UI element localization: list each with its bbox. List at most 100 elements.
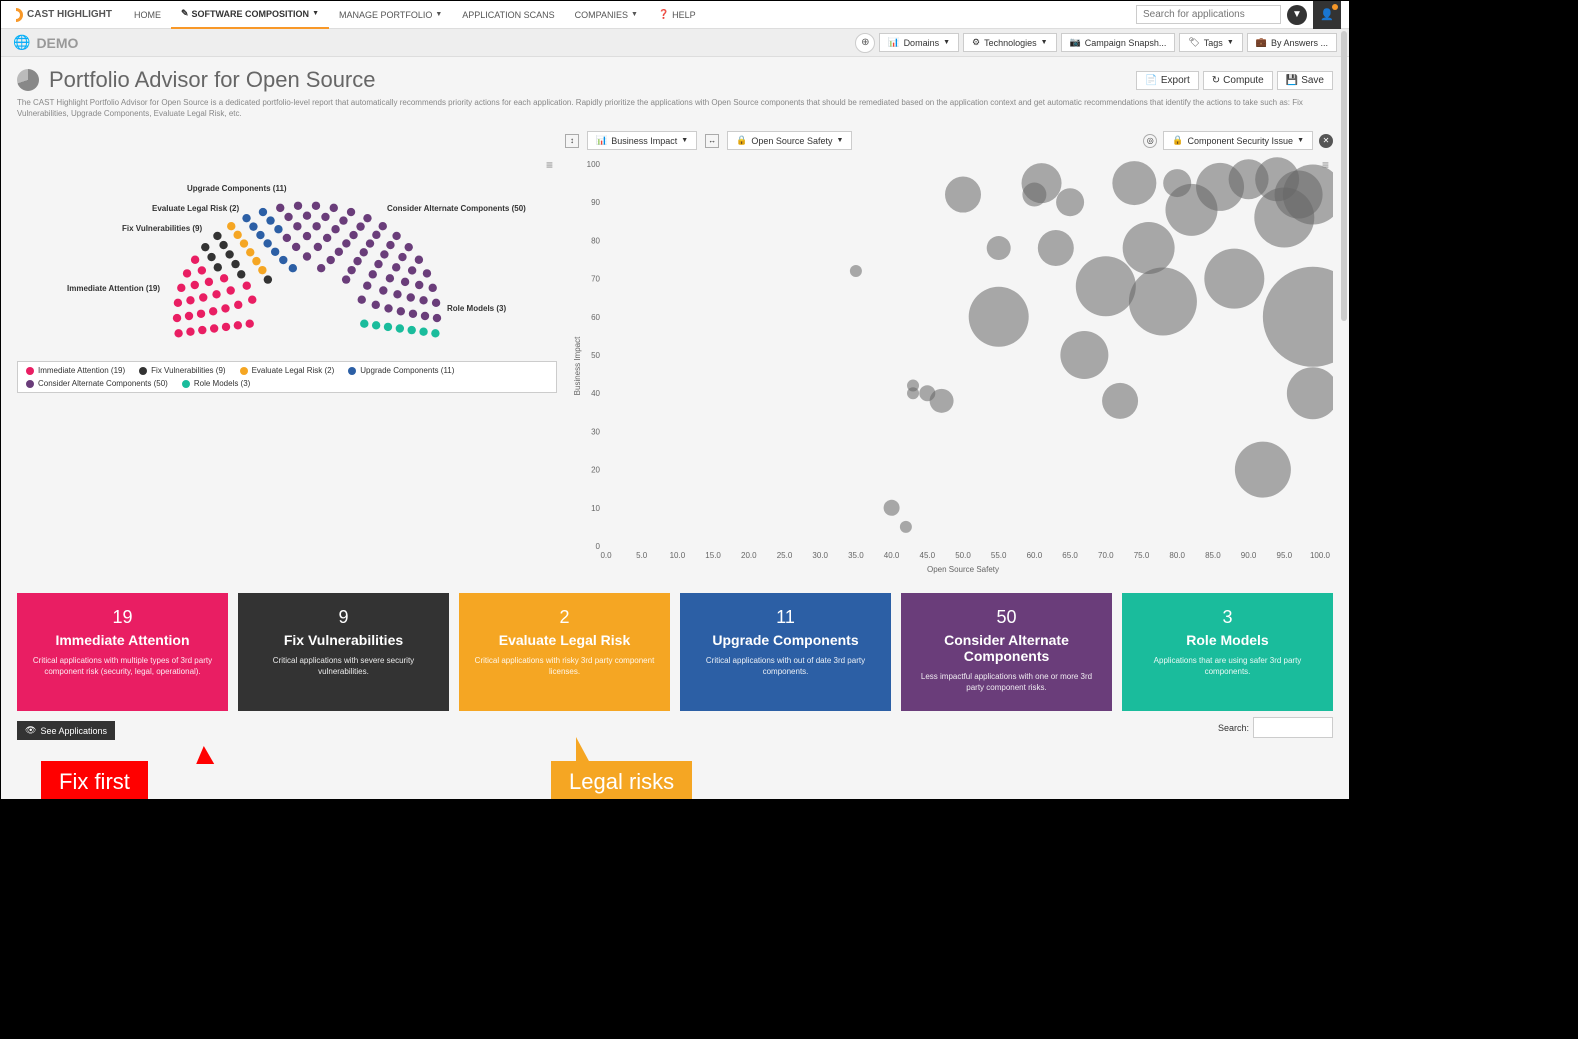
save-button[interactable]: 💾 Save xyxy=(1277,71,1333,90)
x-axis-selector[interactable]: 🔒 Open Source Safety ▼ xyxy=(727,131,852,150)
app-window: CAST HIGHLIGHT HOME ✎ SOFTWARE COMPOSITI… xyxy=(0,0,1350,800)
brand-text: CAST HIGHLIGHT xyxy=(27,9,112,20)
legend-dot-icon xyxy=(26,367,34,375)
recommendation-card[interactable]: 2 Evaluate Legal Risk Critical applicati… xyxy=(459,593,670,711)
y-axis-selector[interactable]: 📊 Business Impact ▼ xyxy=(587,131,697,150)
card-count: 3 xyxy=(1132,607,1323,628)
legend-label: Role Models (3) xyxy=(194,379,250,388)
card-description: Critical applications with out of date 3… xyxy=(690,656,881,677)
legend-dot-icon xyxy=(182,380,190,388)
annotation-leader-yellow xyxy=(576,737,590,763)
svg-text:40: 40 xyxy=(591,390,600,399)
svg-text:90: 90 xyxy=(591,199,600,208)
context-bar: 🌐 DEMO ⊕ 📊 Domains ▼ ⚙ Technologies ▼ 📷 … xyxy=(1,29,1349,57)
bubble-point[interactable] xyxy=(884,500,900,516)
card-description: Critical applications with risky 3rd par… xyxy=(469,656,660,677)
card-description: Less impactful applications with one or … xyxy=(911,672,1102,693)
table-search-input[interactable] xyxy=(1253,717,1333,738)
legend-item[interactable]: Role Models (3) xyxy=(182,379,250,388)
nav-application-scans[interactable]: APPLICATION SCANS xyxy=(452,2,564,28)
svg-text:75.0: 75.0 xyxy=(1134,551,1150,560)
main-nav: HOME ✎ SOFTWARE COMPOSITION ▼ MANAGE POR… xyxy=(124,0,706,29)
compute-button[interactable]: ↻ Compute xyxy=(1203,71,1273,90)
svg-text:60: 60 xyxy=(591,313,600,322)
bubble-point[interactable] xyxy=(1129,268,1197,336)
filter-technologies[interactable]: ⚙ Technologies ▼ xyxy=(963,33,1057,52)
bubble-point[interactable] xyxy=(1076,257,1136,317)
card-description: Applications that are using safer 3rd pa… xyxy=(1132,656,1323,677)
recommendation-card[interactable]: 3 Role Models Applications that are usin… xyxy=(1122,593,1333,711)
legend-item[interactable]: Immediate Attention (19) xyxy=(26,366,125,375)
bubble-point[interactable] xyxy=(850,265,862,277)
card-title: Upgrade Components xyxy=(690,632,881,648)
svg-text:10: 10 xyxy=(591,504,600,513)
card-description: Critical applications with severe securi… xyxy=(248,656,439,677)
bubble-point[interactable] xyxy=(1102,383,1138,419)
bubble-point[interactable] xyxy=(1038,230,1074,266)
svg-text:5.0: 5.0 xyxy=(636,551,648,560)
nav-companies[interactable]: COMPANIES ▼ xyxy=(565,2,648,28)
search-label: Search: xyxy=(1218,723,1249,733)
chart-settings-icon[interactable]: ✕ xyxy=(1319,134,1333,148)
recommendation-card[interactable]: 9 Fix Vulnerabilities Critical applicati… xyxy=(238,593,449,711)
bubble-point[interactable] xyxy=(1022,163,1062,203)
bubble-point[interactable] xyxy=(907,380,919,392)
bubble-selector[interactable]: 🔒 Component Security Issue ▼ xyxy=(1163,131,1313,150)
bubble-point[interactable] xyxy=(987,236,1011,260)
filter-answers[interactable]: 💼 By Answers ... xyxy=(1247,33,1337,52)
legend-item[interactable]: Fix Vulnerabilities (9) xyxy=(139,366,225,375)
filter-icon[interactable]: ▼ xyxy=(1287,5,1307,25)
bubble-point[interactable] xyxy=(930,389,954,413)
filter-domains[interactable]: 📊 Domains ▼ xyxy=(879,33,959,52)
bubble-point[interactable] xyxy=(969,287,1029,347)
scrollbar[interactable] xyxy=(1341,31,1347,321)
svg-text:Evaluate Legal Risk (2): Evaluate Legal Risk (2) xyxy=(152,204,239,213)
bubble-point[interactable] xyxy=(1123,222,1175,274)
legend-item[interactable]: Upgrade Components (11) xyxy=(348,366,454,375)
y-axis-icon: ↕ xyxy=(565,134,579,148)
svg-text:95.0: 95.0 xyxy=(1277,551,1293,560)
bubble-point[interactable] xyxy=(1060,331,1108,379)
recommendation-card[interactable]: 50 Consider Alternate Components Less im… xyxy=(901,593,1112,711)
nav-home[interactable]: HOME xyxy=(124,2,171,28)
hemicycle-chart: ≡ Immediate Attention (19) Fix Vulnerabil… xyxy=(17,156,557,579)
chart-menu-icon[interactable]: ≡ xyxy=(546,158,553,172)
bubble-point[interactable] xyxy=(945,177,981,213)
bubble-point[interactable] xyxy=(1204,249,1264,309)
legend-item[interactable]: Evaluate Legal Risk (2) xyxy=(240,366,335,375)
card-title: Fix Vulnerabilities xyxy=(248,632,439,648)
chart-menu-icon[interactable]: ≡ xyxy=(1322,158,1329,172)
bubble-point[interactable] xyxy=(1263,267,1333,367)
legend-item[interactable]: Consider Alternate Components (50) xyxy=(26,379,168,388)
export-button[interactable]: 📄 Export xyxy=(1136,71,1198,90)
nav-help[interactable]: ❓ HELP xyxy=(648,1,706,28)
user-menu[interactable]: 👤 xyxy=(1313,1,1341,29)
card-title: Role Models xyxy=(1132,632,1323,648)
legend-label: Consider Alternate Components (50) xyxy=(38,379,168,388)
nav-manage-portfolio[interactable]: MANAGE PORTFOLIO ▼ xyxy=(329,2,452,28)
svg-text:45.0: 45.0 xyxy=(920,551,936,560)
bubble-point[interactable] xyxy=(900,521,912,533)
search-input[interactable] xyxy=(1136,5,1281,24)
target-icon[interactable]: ⊕ xyxy=(855,33,875,53)
bubble-point[interactable] xyxy=(1112,161,1156,205)
recommendation-card[interactable]: 11 Upgrade Components Critical applicati… xyxy=(680,593,891,711)
bubble-point[interactable] xyxy=(1287,368,1333,420)
filter-campaign[interactable]: 📷 Campaign Snapsh... xyxy=(1061,33,1176,52)
bubble-point[interactable] xyxy=(1056,189,1084,217)
svg-text:85.0: 85.0 xyxy=(1205,551,1221,560)
svg-text:30: 30 xyxy=(591,428,600,437)
svg-text:80.0: 80.0 xyxy=(1169,551,1185,560)
filter-tags[interactable]: 🏷 Tags ▼ xyxy=(1179,33,1242,52)
bubble-point[interactable] xyxy=(1235,442,1291,498)
see-applications-button[interactable]: 👁 See Applications xyxy=(17,721,115,740)
svg-text:Open Source Safety: Open Source Safety xyxy=(927,565,999,574)
nav-software-composition[interactable]: ✎ SOFTWARE COMPOSITION ▼ xyxy=(171,0,329,29)
svg-text:20.0: 20.0 xyxy=(741,551,757,560)
recommendation-cards: 19 Immediate Attention Critical applicat… xyxy=(17,593,1333,711)
legend-label: Evaluate Legal Risk (2) xyxy=(252,366,335,375)
card-title: Immediate Attention xyxy=(27,632,218,648)
legend-dot-icon xyxy=(240,367,248,375)
recommendation-card[interactable]: 19 Immediate Attention Critical applicat… xyxy=(17,593,228,711)
svg-text:20: 20 xyxy=(591,466,600,475)
